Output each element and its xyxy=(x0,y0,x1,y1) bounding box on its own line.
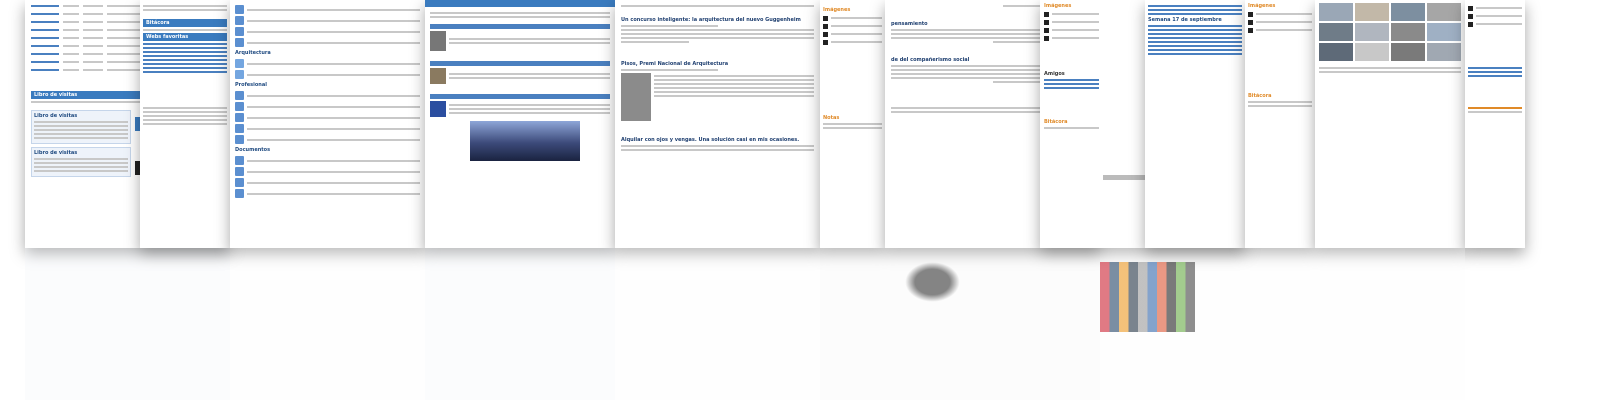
gallery-thumb[interactable] xyxy=(1391,23,1425,41)
post-avatar xyxy=(430,31,446,51)
section-documents: Documentos xyxy=(235,147,271,153)
gallery-thumb[interactable] xyxy=(1355,23,1389,41)
gallery-thumb[interactable] xyxy=(1319,3,1353,21)
portrait-photo xyxy=(621,73,651,121)
post-avatar xyxy=(430,101,446,117)
profile-tab-images[interactable]: Imágenes xyxy=(1044,3,1099,9)
collage-stage: Libro de visitas Libro de visitas Libro … xyxy=(0,0,1600,400)
screen-sidebar-b: Imágenes Bitácora xyxy=(1245,0,1315,248)
building-photo xyxy=(470,121,580,161)
section-architecture: Arquitectura xyxy=(235,50,271,56)
news-headline-2[interactable]: Pisos, Premi Nacional de Arquitectura xyxy=(621,61,814,67)
news-headline-3[interactable]: Alquilar con ojos y vengas. Una solución… xyxy=(621,137,814,143)
list-header: Semana 17 de septiembre xyxy=(1148,17,1222,23)
profile-tab-blog[interactable]: Bitácora xyxy=(1044,119,1099,125)
reflection-mosaic xyxy=(1100,262,1195,332)
entry-title: Libro de visitas xyxy=(34,113,78,119)
sidebar-tab-images[interactable]: Imágenes xyxy=(1248,3,1312,9)
screen-news: Un concurso inteligente: la arquitectura… xyxy=(615,0,820,248)
gallery-thumb[interactable] xyxy=(1319,43,1353,61)
blog-section: Bitácora xyxy=(143,19,227,27)
gallery-thumb[interactable] xyxy=(1427,43,1461,61)
screen-sidebar-c xyxy=(1465,0,1525,248)
screen-gallery xyxy=(1315,0,1465,248)
gallery-thumb[interactable] xyxy=(1355,3,1389,21)
profile-tab-friends[interactable]: Amigos xyxy=(1044,71,1099,77)
reflection-layer xyxy=(0,248,1600,400)
gallery-thumb[interactable] xyxy=(1391,3,1425,21)
gallery-thumb[interactable] xyxy=(1427,23,1461,41)
screen-list: Semana 17 de septiembre xyxy=(1145,0,1245,248)
tab-notes[interactable]: Notas xyxy=(823,115,882,121)
favorites-section: Webs favoritas xyxy=(143,33,227,41)
screen-sidebar-a: Imágenes Notas xyxy=(820,0,885,248)
tab-images[interactable]: Imágenes xyxy=(823,7,882,13)
reflection-graphic xyxy=(905,262,960,302)
screen-favorites: Bitácora Webs favoritas xyxy=(140,0,230,248)
gallery-thumb[interactable] xyxy=(1355,43,1389,61)
sidebar-tab-blog[interactable]: Bitácora xyxy=(1248,93,1312,99)
section-professional: Profesional xyxy=(235,82,267,88)
gallery-thumb[interactable] xyxy=(1319,23,1353,41)
entry-title-2: Libro de visitas xyxy=(34,150,78,156)
news-headline-1[interactable]: Un concurso inteligente: la arquitectura… xyxy=(621,17,814,23)
gallery-thumb[interactable] xyxy=(1427,3,1461,21)
post-avatar xyxy=(430,68,446,84)
screen-posts xyxy=(425,0,615,248)
gallery-thumb[interactable] xyxy=(1391,43,1425,61)
screen-forum: Arquitectura Profesional Documentos xyxy=(230,0,425,248)
